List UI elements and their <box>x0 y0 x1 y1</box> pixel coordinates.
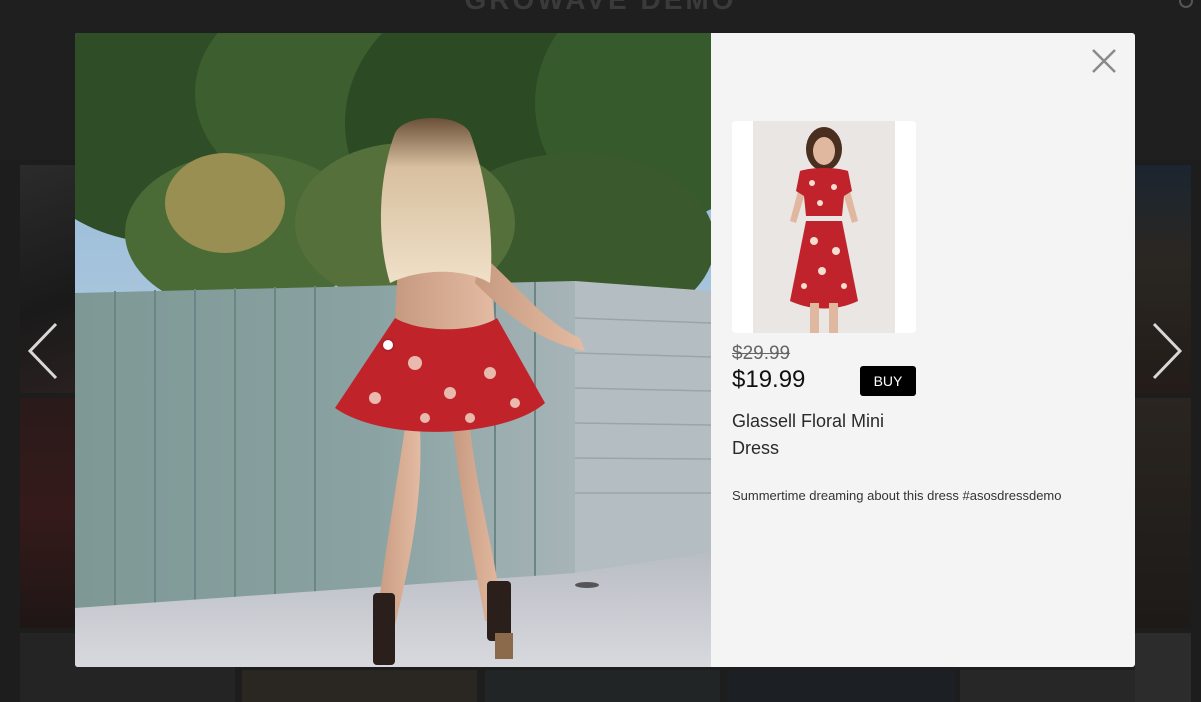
close-icon <box>1092 49 1116 73</box>
product-image[interactable] <box>732 121 916 333</box>
gallery-tile <box>485 670 720 702</box>
gallery-tile <box>242 670 477 702</box>
post-image <box>75 33 711 667</box>
previous-post-button[interactable] <box>24 322 64 380</box>
chevron-right-icon <box>1152 322 1183 380</box>
product-photo <box>732 121 916 333</box>
gallery-tile <box>1135 633 1191 702</box>
product-panel: $29.99 $19.99 BUY Glassell Floral Mini D… <box>711 33 1135 667</box>
original-price: $29.99 <box>732 343 791 364</box>
site-title: GROWAVE DEMO <box>0 0 1201 16</box>
gallery-tile <box>1135 398 1191 628</box>
post-photo <box>75 33 711 667</box>
next-post-button[interactable] <box>1146 322 1186 380</box>
close-button[interactable] <box>1091 48 1117 74</box>
chevron-left-icon <box>27 322 58 380</box>
buy-button[interactable]: BUY <box>860 366 916 396</box>
sale-price: $19.99 <box>732 366 806 393</box>
product-tag-hotspot[interactable] <box>383 340 393 350</box>
gallery-tile <box>727 670 955 702</box>
product-title[interactable]: Glassell Floral Mini Dress <box>732 408 922 462</box>
post-modal: $29.99 $19.99 BUY Glassell Floral Mini D… <box>75 33 1135 667</box>
post-caption: Summertime dreaming about this dress #as… <box>732 488 1062 503</box>
gallery-tile <box>20 398 80 628</box>
